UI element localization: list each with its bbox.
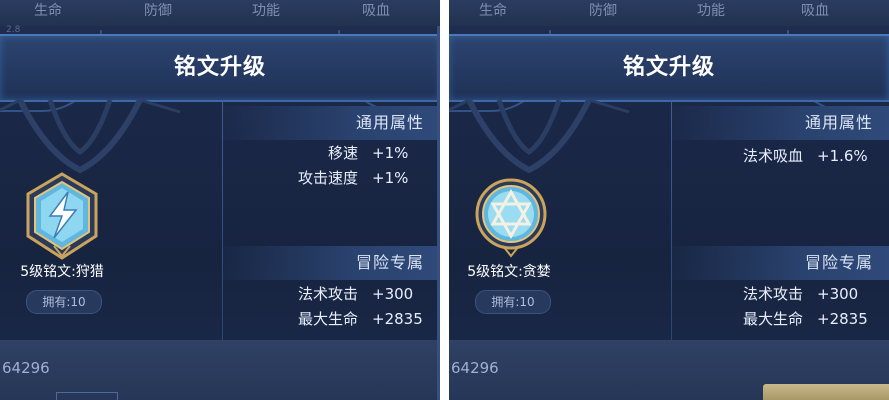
general-attr-header: 通用属性 [672, 106, 889, 140]
attr-value: +1.6% [817, 147, 868, 165]
attr-value: +1% [372, 169, 409, 187]
tab-lifesteal[interactable]: 吸血 [362, 0, 390, 22]
tab-defense[interactable]: 防御 [144, 0, 172, 22]
adventure-attr-header: 冒险专属 [672, 246, 889, 280]
star-rune-icon [475, 178, 547, 258]
top-tab-bar: 生命 防御 功能 吸血 [449, 0, 889, 26]
panel-edge [437, 26, 440, 400]
attr-name: 最大生命 [297, 310, 358, 328]
rune-name: 5级铭文:贪婪 [467, 264, 551, 280]
rune-name: 5级铭文:狩猎 [20, 264, 104, 280]
attr-name: 法术攻击 [742, 285, 803, 303]
general-attr-header: 通用属性 [223, 106, 440, 140]
owned-count-badge: 拥有:10 [26, 290, 102, 314]
tab-defense[interactable]: 防御 [589, 0, 617, 22]
attr-name: 移速 [327, 144, 358, 162]
tab-hp[interactable]: 生命 [34, 0, 62, 22]
attr-value: +2835 [372, 310, 423, 328]
dialog-title: 铭文升级 [173, 55, 266, 80]
attr-name: 最大生命 [742, 310, 803, 328]
attr-value: +300 [817, 285, 859, 303]
owned-count-badge: 拥有:10 [475, 290, 551, 314]
bottom-strip [0, 340, 440, 400]
attr-name: 法术吸血 [742, 147, 803, 165]
lightning-rune-icon [26, 172, 98, 260]
title-bar: 铭文升级 [0, 34, 440, 102]
currency-amount: 64296 [451, 359, 499, 377]
tab-lifesteal[interactable]: 吸血 [801, 0, 829, 22]
attr-name: 攻击速度 [297, 169, 358, 187]
attr-value: +1% [372, 144, 409, 162]
tab-utility[interactable]: 功能 [697, 0, 725, 22]
general-attr-title: 通用属性 [804, 113, 873, 132]
attr-name: 法术攻击 [297, 285, 358, 303]
rune-upgrade-panel-left: 生命 防御 功能 吸血 2.8 铭文升级 通用属性 移速 +1% 攻击速度 +1… [0, 0, 440, 400]
adventure-attr-header: 冒险专属 [223, 246, 440, 280]
bottom-tab-marker[interactable] [56, 392, 118, 400]
tab-utility[interactable]: 功能 [252, 0, 280, 22]
adventure-attr-title: 冒险专属 [804, 253, 873, 272]
dialog-title: 铭文升级 [622, 55, 715, 80]
general-attr-title: 通用属性 [355, 113, 424, 132]
top-tab-bar: 生命 防御 功能 吸血 [0, 0, 440, 26]
attr-value: +300 [372, 285, 414, 303]
currency-amount: 64296 [2, 359, 50, 377]
attr-value: +2835 [817, 310, 868, 328]
tab-hp[interactable]: 生命 [479, 0, 507, 22]
title-bar: 铭文升级 [449, 34, 889, 102]
adventure-attr-title: 冒险专属 [355, 253, 424, 272]
confirm-button[interactable] [763, 384, 889, 400]
rune-upgrade-panel-right: 生命 防御 功能 吸血 铭文升级 通用属性 法术吸血 +1.6% 5级铭文:贪婪… [449, 0, 889, 400]
